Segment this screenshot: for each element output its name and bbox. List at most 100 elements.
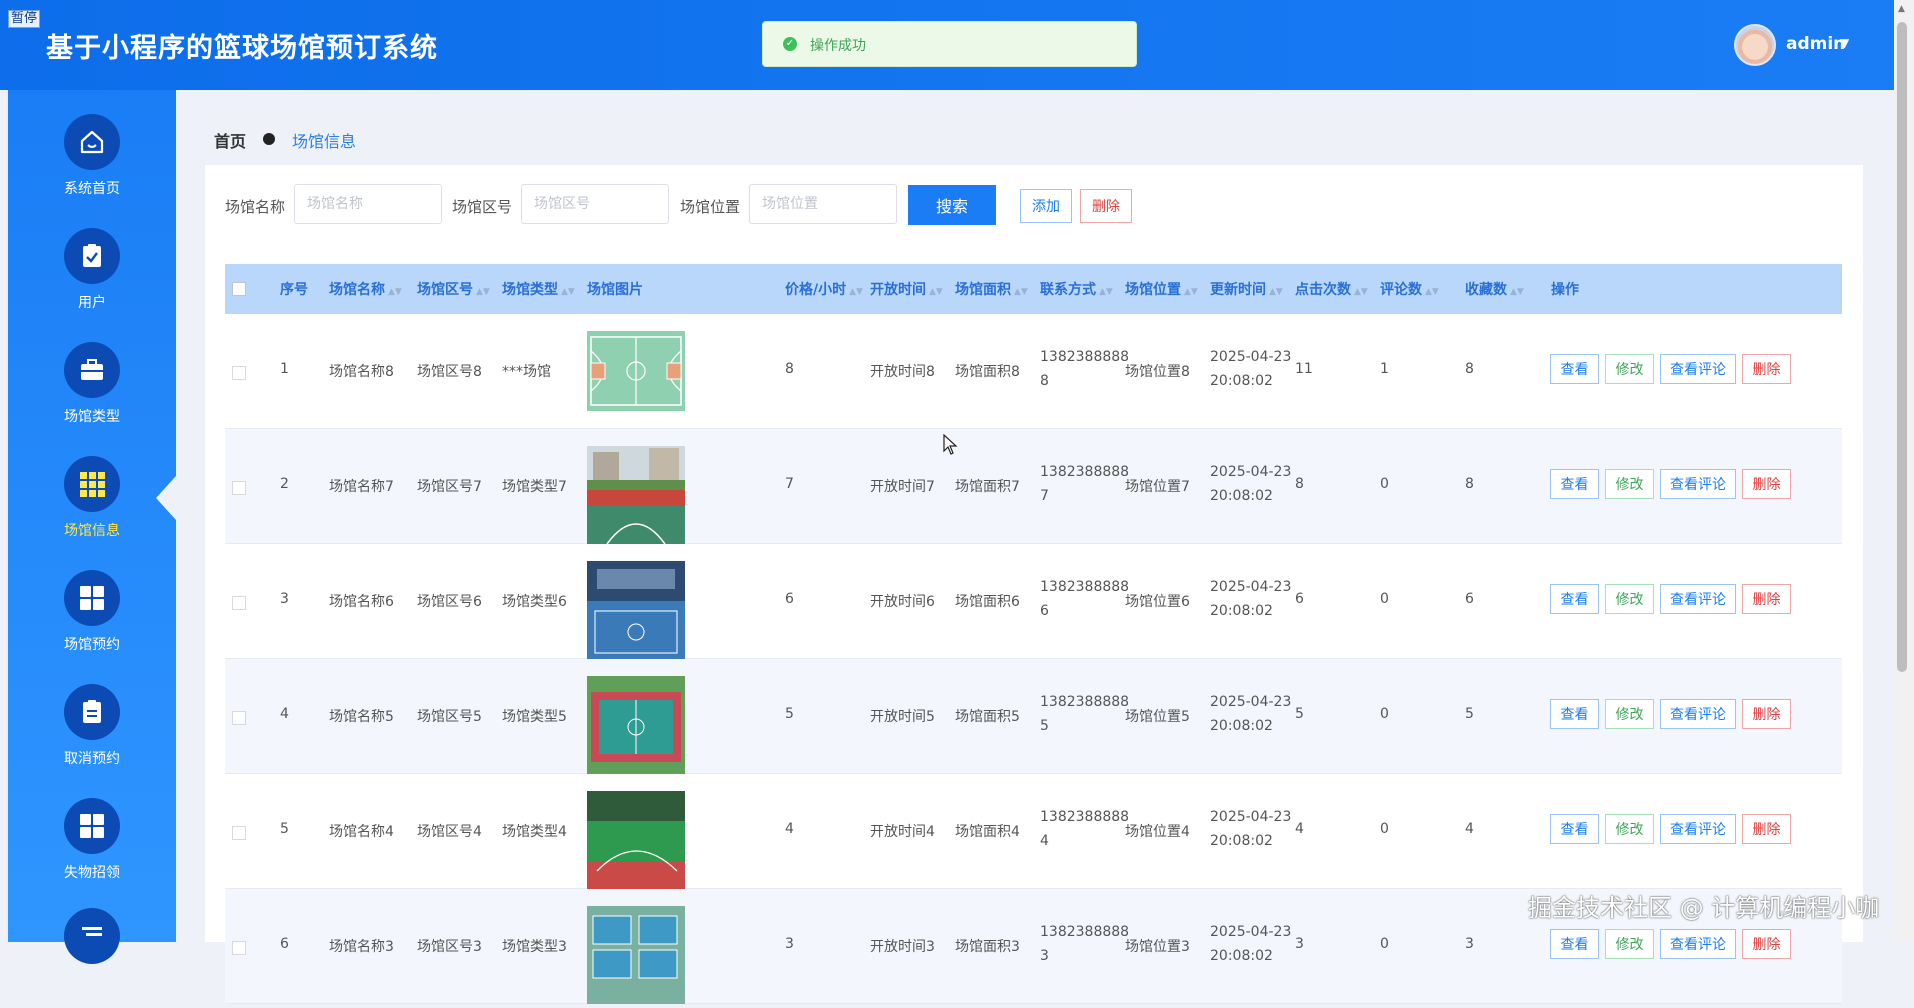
view-button[interactable]: 查看 bbox=[1550, 354, 1599, 384]
row-checkbox[interactable] bbox=[232, 366, 246, 380]
view-comments-button[interactable]: 查看评论 bbox=[1660, 699, 1736, 729]
sort-icon: ▲▼ bbox=[476, 287, 490, 297]
list-icon bbox=[64, 908, 120, 964]
scrollbar-thumb[interactable] bbox=[1897, 22, 1907, 672]
row-checkbox[interactable] bbox=[232, 596, 246, 610]
cell-type: 场馆类型7 bbox=[502, 479, 567, 495]
cell-location: 场馆位置7 bbox=[1125, 479, 1190, 495]
cell-favorites: 6 bbox=[1465, 591, 1474, 607]
col-header-location[interactable]: 场馆位置 ▲▼ bbox=[1125, 279, 1198, 299]
search-zone-input[interactable] bbox=[521, 184, 669, 224]
col-header-zone[interactable]: 场馆区号 ▲▼ bbox=[417, 279, 490, 299]
delete-button[interactable]: 删除 bbox=[1742, 814, 1791, 844]
view-button[interactable]: 查看 bbox=[1550, 469, 1599, 499]
cell-comments: 0 bbox=[1380, 821, 1389, 837]
cell-no: 2 bbox=[280, 476, 289, 492]
delete-button[interactable]: 删除 bbox=[1742, 929, 1791, 959]
venue-image[interactable] bbox=[587, 676, 685, 774]
delete-button[interactable]: 删除 bbox=[1742, 699, 1791, 729]
edit-button[interactable]: 修改 bbox=[1605, 814, 1654, 844]
col-header-price[interactable]: 价格/小时 ▲▼ bbox=[785, 279, 863, 299]
check-circle-icon: ✓ bbox=[783, 37, 797, 51]
add-button[interactable]: 添加 bbox=[1020, 189, 1072, 223]
sidebar-item-venue-booking[interactable]: 场馆预约 bbox=[8, 570, 176, 670]
view-button[interactable]: 查看 bbox=[1550, 929, 1599, 959]
home-icon bbox=[64, 114, 120, 170]
search-name-input[interactable] bbox=[294, 184, 442, 224]
col-header-open[interactable]: 开放时间 ▲▼ bbox=[870, 279, 943, 299]
edit-button[interactable]: 修改 bbox=[1605, 354, 1654, 384]
col-header-clicks[interactable]: 点击次数 ▲▼ bbox=[1295, 279, 1368, 299]
sidebar-item-label: 失物招领 bbox=[64, 865, 120, 881]
col-header-name[interactable]: 场馆名称 ▲▼ bbox=[329, 279, 402, 299]
avatar[interactable] bbox=[1734, 24, 1776, 66]
view-comments-button[interactable]: 查看评论 bbox=[1660, 354, 1736, 384]
select-all-checkbox[interactable] bbox=[232, 282, 246, 296]
sidebar-item-more[interactable] bbox=[8, 908, 176, 1008]
col-header-updated[interactable]: 更新时间 ▲▼ bbox=[1210, 279, 1283, 299]
view-comments-button[interactable]: 查看评论 bbox=[1660, 929, 1736, 959]
sidebar-item-cancel-booking[interactable]: 取消预约 bbox=[8, 684, 176, 784]
row-checkbox[interactable] bbox=[232, 826, 246, 840]
view-button[interactable]: 查看 bbox=[1550, 814, 1599, 844]
cell-updated-time: 20:08:02 bbox=[1210, 948, 1273, 964]
view-button[interactable]: 查看 bbox=[1550, 699, 1599, 729]
edit-button[interactable]: 修改 bbox=[1605, 469, 1654, 499]
venue-image[interactable] bbox=[587, 331, 685, 411]
sidebar-item-label: 场馆类型 bbox=[64, 409, 120, 425]
breadcrumb-current[interactable]: 场馆信息 bbox=[292, 128, 356, 152]
venue-image[interactable] bbox=[587, 906, 685, 1004]
cell-location: 场馆位置6 bbox=[1125, 594, 1190, 610]
view-comments-button[interactable]: 查看评论 bbox=[1660, 584, 1736, 614]
col-header-favorites[interactable]: 收藏数 ▲▼ bbox=[1465, 279, 1524, 299]
sidebar-item-lost-found[interactable]: 失物招领 bbox=[8, 798, 176, 898]
delete-button[interactable]: 删除 bbox=[1742, 469, 1791, 499]
row-checkbox[interactable] bbox=[232, 481, 246, 495]
sidebar-item-venue-info[interactable]: 场馆信息 bbox=[8, 456, 176, 556]
cell-updated-time: 20:08:02 bbox=[1210, 603, 1273, 619]
search-button[interactable]: 搜索 bbox=[908, 185, 996, 225]
col-header-type[interactable]: 场馆类型 ▲▼ bbox=[502, 279, 575, 299]
venue-image[interactable] bbox=[587, 446, 685, 545]
delete-button[interactable]: 删除 bbox=[1742, 354, 1791, 384]
search-location-input[interactable] bbox=[749, 184, 897, 224]
scroll-up-icon[interactable]: ▲ bbox=[1898, 4, 1905, 14]
view-comments-button[interactable]: 查看评论 bbox=[1660, 814, 1736, 844]
app-title: 基于小程序的篮球场馆预订系统 bbox=[46, 33, 438, 64]
cell-zone: 场馆区号4 bbox=[417, 824, 482, 840]
edit-button[interactable]: 修改 bbox=[1605, 699, 1654, 729]
row-checkbox[interactable] bbox=[232, 711, 246, 725]
view-comments-button[interactable]: 查看评论 bbox=[1660, 469, 1736, 499]
col-header-comments[interactable]: 评论数 ▲▼ bbox=[1380, 279, 1439, 299]
cell-clicks: 6 bbox=[1295, 591, 1304, 607]
venue-image[interactable] bbox=[587, 561, 685, 659]
breadcrumb-home[interactable]: 首页 bbox=[214, 128, 246, 152]
row-checkbox[interactable] bbox=[232, 941, 246, 955]
col-header-phone[interactable]: 联系方式 ▲▼ bbox=[1040, 279, 1113, 299]
user-name[interactable]: admin bbox=[1786, 34, 1845, 54]
cell-name: 场馆名称5 bbox=[329, 709, 394, 725]
cell-favorites: 8 bbox=[1465, 476, 1474, 492]
view-button[interactable]: 查看 bbox=[1550, 584, 1599, 614]
venue-image[interactable] bbox=[587, 791, 685, 889]
watermark: 掘金技术社区 @ 计算机编程小咖 bbox=[1528, 894, 1880, 922]
breadcrumb-separator bbox=[263, 133, 275, 145]
sidebar-item-venue-types[interactable]: 场馆类型 bbox=[8, 342, 176, 442]
table-row: 1 场馆名称8 场馆区号8 ***场馆 8 开放时间8 场馆面积8 1382388888 8 场馆… bbox=[225, 314, 1842, 429]
grid-four-icon bbox=[64, 798, 120, 854]
cell-zone: 场馆区号6 bbox=[417, 594, 482, 610]
sidebar: 系统首页 用户 场馆类型 场馆信息 场馆预约 取消预约 失物招领 bbox=[8, 90, 176, 964]
edit-button[interactable]: 修改 bbox=[1605, 929, 1654, 959]
col-header-area[interactable]: 场馆面积 ▲▼ bbox=[955, 279, 1028, 299]
sidebar-item-home[interactable]: 系统首页 bbox=[8, 114, 176, 214]
batch-delete-button[interactable]: 删除 bbox=[1080, 189, 1132, 223]
table-row: 4 场馆名称5 场馆区号5 场馆类型5 5 开放时间5 场馆面积5 1382388888 5 场馆… bbox=[225, 659, 1842, 774]
cell-updated-time: 20:08:02 bbox=[1210, 718, 1273, 734]
cell-area: 场馆面积7 bbox=[955, 479, 1020, 495]
edit-button[interactable]: 修改 bbox=[1605, 584, 1654, 614]
sidebar-item-users[interactable]: 用户 bbox=[8, 228, 176, 328]
cell-phone: 1382388888 bbox=[1040, 694, 1130, 710]
delete-button[interactable]: 删除 bbox=[1742, 584, 1791, 614]
caret-down-icon[interactable]: ▼ bbox=[1840, 36, 1849, 50]
sort-icon: ▲▼ bbox=[849, 287, 863, 297]
